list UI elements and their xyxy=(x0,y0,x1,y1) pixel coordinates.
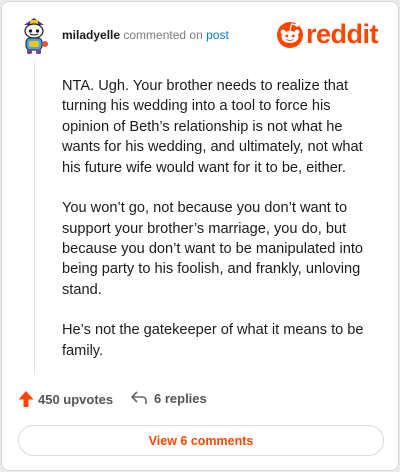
comment-paragraph: NTA. Ugh. Your brother needs to realize … xyxy=(62,78,363,176)
reply-count: 6 replies xyxy=(154,390,207,406)
comment-card: miladyelle commented on post reddit NTA.… xyxy=(1,1,399,471)
comment-header: miladyelle commented on post reddit xyxy=(18,16,382,56)
post-link[interactable]: post xyxy=(206,28,229,42)
thread-line[interactable] xyxy=(34,62,35,374)
reddit-wordmark: reddit xyxy=(306,19,379,49)
user-avatar[interactable] xyxy=(18,16,50,56)
upvote-button[interactable]: 450 upvotes xyxy=(18,390,113,408)
avatar-icon xyxy=(24,18,48,54)
comment-paragraph: He’s not the gatekeeper of what it means… xyxy=(62,322,364,359)
comment-paragraph: You won’t go, not because you don’t want… xyxy=(62,200,364,298)
reddit-logo[interactable]: reddit xyxy=(276,18,382,50)
upvote-count: 450 upvotes xyxy=(38,391,114,407)
upvote-arrow-icon xyxy=(18,391,34,407)
comment-meta: miladyelle commented on post xyxy=(62,28,229,42)
reply-arrow-icon xyxy=(131,391,147,404)
reddit-snoo-icon xyxy=(277,22,303,48)
username[interactable]: miladyelle xyxy=(62,28,120,42)
view-comments-button[interactable]: View 6 comments xyxy=(18,425,384,456)
comment-actions: 450 upvotes 6 replies xyxy=(18,390,382,410)
replies-button[interactable]: 6 replies xyxy=(130,390,207,406)
commented-on-text: commented on xyxy=(123,28,203,42)
comment-body: NTA. Ugh. Your brother needs to realize … xyxy=(62,76,378,381)
